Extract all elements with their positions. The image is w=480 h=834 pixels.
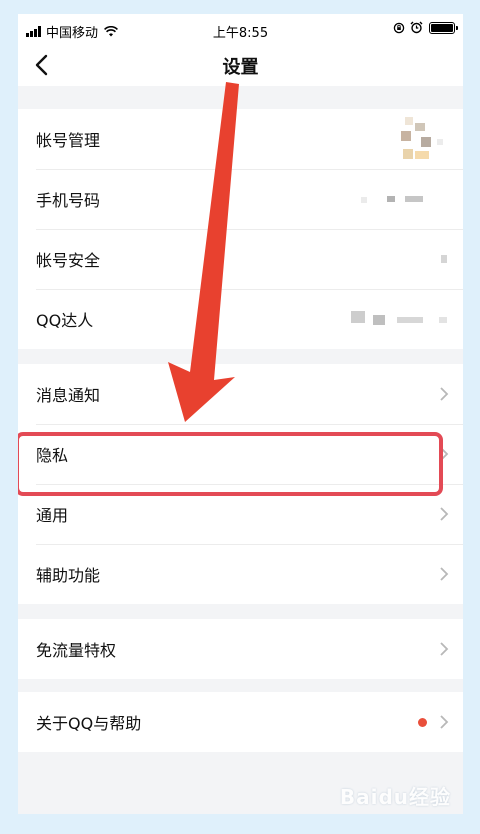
data-plan-group: 免流量特权 xyxy=(18,619,463,679)
alarm-icon xyxy=(410,21,423,34)
settings-item-label: 通用 xyxy=(36,506,69,525)
settings-item-free-data[interactable]: 免流量特权 xyxy=(18,619,463,679)
settings-item-label: 免流量特权 xyxy=(36,641,117,660)
settings-item-notifications[interactable]: 消息通知 xyxy=(18,364,463,424)
settings-item-label: 消息通知 xyxy=(36,386,101,405)
settings-item-label: 辅助功能 xyxy=(36,566,101,585)
avatar xyxy=(399,117,443,163)
settings-item-account-management[interactable]: 帐号管理 xyxy=(18,109,463,169)
settings-item-label: 手机号码 xyxy=(36,191,101,210)
account-group: 帐号管理 手机号码 帐号安全 QQ达人 xyxy=(18,109,463,349)
page-title: 设置 xyxy=(222,57,259,78)
settings-item-general[interactable]: 通用 xyxy=(18,484,463,544)
settings-item-about-help[interactable]: 关于QQ与帮助 xyxy=(18,692,463,752)
general-group: 消息通知 隐私 通用 辅助功能 xyxy=(18,364,463,604)
rotation-lock-icon xyxy=(393,22,405,33)
navigation-bar: 设置 xyxy=(18,44,463,86)
account-security-value xyxy=(441,255,447,263)
settings-item-phone-number[interactable]: 手机号码 xyxy=(18,169,463,229)
chevron-right-icon xyxy=(440,447,449,461)
notification-dot xyxy=(418,718,427,727)
chevron-right-icon xyxy=(440,567,449,581)
settings-item-label: 帐号安全 xyxy=(36,251,101,270)
chevron-right-icon xyxy=(440,642,449,656)
status-bar: 中国移动 上午8:55 xyxy=(18,14,463,44)
about-group: 关于QQ与帮助 xyxy=(18,692,463,752)
settings-item-privacy[interactable]: 隐私 xyxy=(18,424,463,484)
settings-item-label: QQ达人 xyxy=(36,311,94,330)
settings-item-qq-expert[interactable]: QQ达人 xyxy=(18,289,463,349)
chevron-right-icon xyxy=(440,387,449,401)
settings-screen: 中国移动 上午8:55 设置 帐号管理 手机号码 帐号安全 QQ达人 消息通知 … xyxy=(18,14,463,814)
settings-item-label: 关于QQ与帮助 xyxy=(36,714,142,733)
battery-icon xyxy=(429,21,458,34)
chevron-right-icon xyxy=(440,507,449,521)
watermark: Baidu经验 xyxy=(339,785,451,809)
settings-item-label: 帐号管理 xyxy=(36,131,101,150)
settings-item-account-security[interactable]: 帐号安全 xyxy=(18,229,463,289)
chevron-right-icon xyxy=(440,715,449,729)
settings-item-accessibility[interactable]: 辅助功能 xyxy=(18,544,463,604)
settings-item-label: 隐私 xyxy=(36,446,69,465)
status-right xyxy=(393,21,458,34)
